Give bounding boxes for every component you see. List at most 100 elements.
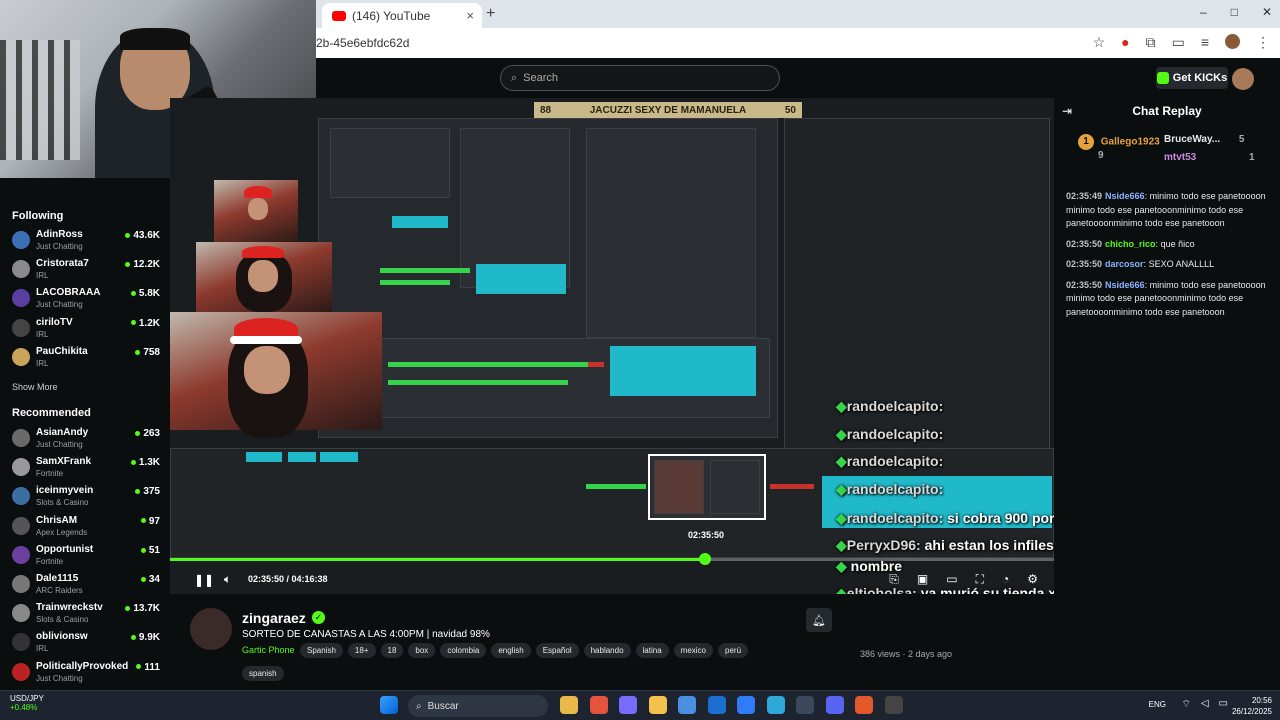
chat-message: 02:35:50 Nside666: minimo todo ese paneto… — [1066, 279, 1272, 320]
message-user[interactable]: chicho_rico — [1105, 239, 1156, 249]
channel-avatar[interactable] — [190, 608, 232, 650]
language-indicator[interactable]: ENG — [1149, 700, 1166, 709]
system-clock[interactable]: 20:56 26/12/2025 — [1232, 695, 1272, 717]
channel-category: Just Chatting — [36, 440, 83, 449]
viewer-count: 12.2K — [125, 259, 160, 270]
tag[interactable]: spanish — [242, 666, 284, 681]
leaderboard-entry[interactable]: mtvt53 1 — [1164, 152, 1255, 163]
sidebar-channel-item[interactable]: PauChikita IRL 758 — [12, 345, 162, 373]
sidebar-channel-item[interactable]: SamXFrank Fortnite 1.3K — [12, 455, 162, 483]
sidebar-channel-item[interactable]: Opportunist Fortnite 51 — [12, 543, 162, 571]
stock-name: USD/JPY — [10, 694, 44, 703]
tag[interactable]: perú — [718, 643, 749, 658]
message-user[interactable]: darcosor — [1105, 259, 1144, 269]
extensions-icon[interactable]: ⧉ — [1146, 34, 1156, 51]
tag[interactable]: Spanish — [300, 643, 343, 658]
maximize-button[interactable]: □ — [1231, 5, 1238, 19]
profile-avatar[interactable] — [1225, 34, 1240, 49]
video-player[interactable]: 88 JACUZZI SEXY DE MAMANUELA 50 ◆randoel… — [170, 98, 1054, 594]
tab-close-icon[interactable]: × — [466, 8, 474, 23]
wifi-icon[interactable]: ⌔ — [1181, 698, 1190, 711]
tag[interactable]: mexico — [673, 643, 713, 658]
store-icon[interactable] — [678, 696, 696, 714]
clip-icon[interactable]: ⎘ — [889, 572, 899, 587]
speed-icon[interactable]: ◔ — [1002, 572, 1009, 587]
taskbar-search-input[interactable]: ⌕ Buscar — [408, 695, 548, 717]
menu-kebab-icon[interactable]: ⋮ — [1256, 34, 1270, 51]
sidebar-channel-item[interactable]: Dale1115 ARC Raiders 34 — [12, 572, 162, 600]
channel-category: Fortnite — [36, 556, 64, 566]
folder-icon[interactable] — [648, 696, 667, 714]
cohost-face — [248, 198, 268, 220]
viewer-count: 43.6K — [125, 230, 160, 241]
address-bar[interactable]: 2b-45e6ebfdc62d ☆ ● ⧉ ▭ ≡ ⋮ — [316, 28, 1280, 58]
chrome-icon[interactable] — [589, 696, 608, 714]
close-window-button[interactable]: ✕ — [1262, 5, 1272, 19]
viewer-count: 5.8K — [130, 288, 160, 299]
sidebar-channel-item[interactable]: Trainwreckstv Slots & Casino 13.7K — [12, 601, 162, 629]
url-text[interactable]: 2b-45e6ebfdc62d — [316, 36, 409, 50]
stream-category[interactable]: Gartic Phone — [242, 645, 295, 655]
obs-icon[interactable] — [884, 696, 903, 714]
brave-icon[interactable] — [855, 696, 873, 714]
theater-mode-icon[interactable]: ▭ — [946, 572, 957, 587]
windows-start-icon[interactable] — [380, 696, 398, 714]
progress-handle[interactable] — [699, 553, 712, 565]
teal-panel — [610, 346, 756, 396]
sidebar-channel-item[interactable]: AdinRoss Just Chatting 43.6K — [12, 228, 162, 256]
progress-bar[interactable] — [170, 553, 1054, 565]
fullscreen-icon[interactable]: ⛶ — [976, 572, 984, 587]
notification-bell-button[interactable]: 🔔︎ — [806, 608, 832, 632]
steam-icon[interactable] — [796, 696, 814, 714]
message-user[interactable]: Nside666 — [1105, 280, 1145, 290]
sidebar-channel-item[interactable]: AsianAndy Just Chatting 263 — [12, 426, 162, 454]
audio-meter-peak — [770, 484, 814, 489]
tag[interactable]: Español — [535, 643, 579, 658]
badge-icon: ◆ — [836, 426, 847, 442]
cast-icon[interactable]: ▭ — [1172, 34, 1185, 51]
sidebar-channel-item[interactable]: ciriloTV IRL 1.2K — [12, 316, 162, 344]
bookmark-star-icon[interactable]: ☆ — [1093, 34, 1106, 51]
show-more-link[interactable]: Show More — [12, 382, 58, 392]
tag[interactable]: 18+ — [347, 643, 376, 658]
minimize-button[interactable]: – — [1200, 5, 1207, 19]
tag[interactable]: colombia — [440, 643, 487, 658]
leaderboard-entry[interactable]: 1 Gallego1923 9 — [1078, 134, 1160, 161]
user-avatar[interactable] — [1232, 68, 1254, 90]
message-user[interactable]: Nside666 — [1105, 191, 1145, 201]
speaker-icon[interactable]: ◁ — [1201, 698, 1209, 711]
sidebar-channel-item[interactable]: oblivionsw IRL 9.9K — [12, 630, 162, 658]
new-tab-button[interactable]: + — [486, 5, 495, 23]
browser-tab[interactable]: (146) YouTube × — [322, 3, 482, 28]
edge-icon[interactable] — [766, 696, 785, 714]
battery-icon[interactable]: ▭ — [1219, 698, 1228, 711]
stream-info: zingaraez ✓ SORTEO DE CANASTAS A LAS 4:0… — [170, 594, 1054, 690]
dropbox-icon[interactable] — [737, 696, 755, 714]
get-kicks-button[interactable]: Get KICKs — [1156, 67, 1228, 89]
sidebar-channel-item[interactable]: ChrisAM Apex Legends 97 — [12, 514, 162, 542]
extension-stop-icon[interactable]: ● — [1121, 34, 1129, 51]
tag[interactable]: latina — [635, 643, 669, 658]
tag[interactable]: english — [491, 643, 531, 658]
channel-category: Just Chatting — [36, 673, 83, 683]
tag[interactable]: 18 — [380, 643, 404, 658]
channel-name[interactable]: zingaraez — [242, 610, 306, 626]
tag[interactable]: hablando — [583, 643, 631, 658]
stock-widget[interactable]: USD/JPY +0.48% — [10, 694, 44, 712]
file-explorer-icon[interactable] — [560, 696, 578, 714]
tag[interactable]: box — [408, 643, 436, 658]
search-input[interactable]: ⌕ Search — [500, 65, 780, 91]
settings-gear-icon[interactable]: ⚙ — [1027, 572, 1038, 587]
media-icon[interactable]: ≡ — [1201, 34, 1209, 51]
pause-icon[interactable]: ❚❚ — [194, 573, 214, 587]
sidebar-channel-item[interactable]: LACOBRAAA Just Chatting 5.8K — [12, 286, 162, 314]
sidebar-channel-item[interactable]: iceinmyvein Slots & Casino 375 — [12, 484, 162, 512]
leaderboard-entry[interactable]: BruceWay... 5 — [1164, 134, 1244, 145]
outlook-icon[interactable] — [707, 696, 726, 714]
copilot-icon[interactable] — [619, 696, 637, 714]
volume-icon[interactable]: 🔈︎ — [224, 572, 231, 587]
sidebar-channel-item[interactable]: PoliticallyProvoked Just Chatting 111 — [12, 660, 162, 688]
pip-icon[interactable]: ▣ — [917, 572, 928, 587]
discord-icon[interactable] — [825, 696, 844, 714]
sidebar-channel-item[interactable]: Cristorata7 IRL 12.2K — [12, 257, 162, 285]
